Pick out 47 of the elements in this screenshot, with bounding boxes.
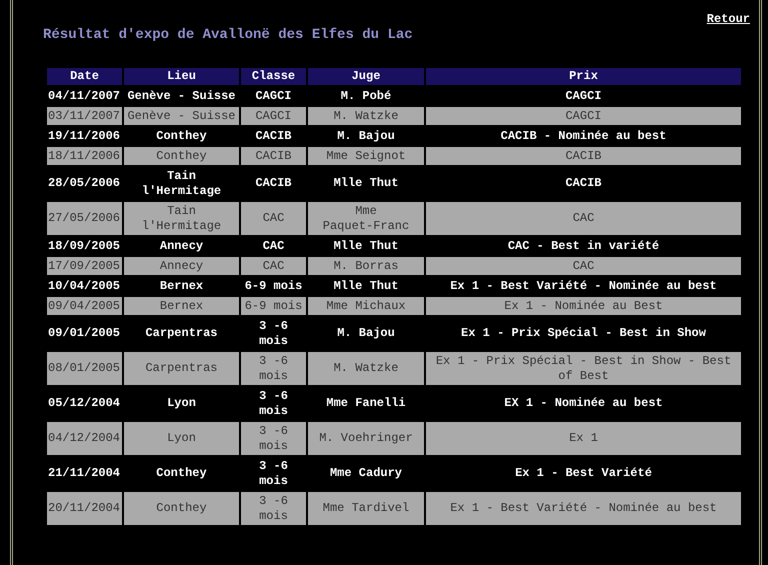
table-cell: Lyon — [124, 422, 239, 455]
table-cell: CAGCI — [426, 107, 741, 125]
column-header: Date — [47, 68, 122, 85]
table-cell: CAC — [241, 257, 306, 275]
table-cell: M. Watzke — [308, 352, 424, 385]
table-cell: Conthey — [124, 492, 239, 525]
table-cell: CAGCI — [241, 107, 306, 125]
table-cell: 09/04/2005 — [47, 297, 122, 315]
table-cell: 17/09/2005 — [47, 257, 122, 275]
table-cell: M. Watzke — [308, 107, 424, 125]
table-cell: Mme Tardivel — [308, 492, 424, 525]
table-cell: Mme Paquet-Franc — [308, 202, 424, 235]
table-cell: 08/01/2005 — [47, 352, 122, 385]
table-cell: Ex 1 — [426, 422, 741, 455]
table-cell: 20/11/2004 — [47, 492, 122, 525]
table-cell: Tain l'Hermitage — [124, 202, 239, 235]
column-header: Lieu — [124, 68, 239, 85]
table-cell: Bernex — [124, 297, 239, 315]
table-cell: CAC — [426, 257, 741, 275]
table-cell: Annecy — [124, 257, 239, 275]
table-cell: Ex 1 - Nominée au Best — [426, 297, 741, 315]
column-header: Classe — [241, 68, 306, 85]
back-link[interactable]: Retour — [706, 12, 750, 26]
column-header: Prix — [426, 68, 741, 85]
column-header: Juge — [308, 68, 424, 85]
table-cell: CACIB — [426, 147, 741, 165]
table-cell: Mme Michaux — [308, 297, 424, 315]
table-cell: 03/11/2007 — [47, 107, 122, 125]
table-cell: Ex 1 - Prix Spécial - Best in Show - Best of Best — [426, 352, 741, 385]
table-cell: CAC — [426, 202, 741, 235]
page-title: Résultat d'expo de Avallonë des Elfes du Lac — [43, 26, 414, 44]
table-cell: Mme Seignot — [308, 147, 424, 165]
table-cell: M. Borras — [308, 257, 424, 275]
table-cell: Conthey — [124, 147, 239, 165]
table-cell: Ex 1 - Best Variété - Nominée au best — [426, 492, 741, 525]
table-cell: Carpentras — [124, 352, 239, 385]
table-cell: 18/11/2006 — [47, 147, 122, 165]
table-cell: 3 -6 mois — [241, 422, 306, 455]
table-cell: 3 -6 mois — [241, 492, 306, 525]
table-cell: M. Voehringer — [308, 422, 424, 455]
table-cell: Genève - Suisse — [124, 107, 239, 125]
table-cell: 3 -6 mois — [241, 352, 306, 385]
table-cell: CAC — [241, 202, 306, 235]
table-cell: 27/05/2006 — [47, 202, 122, 235]
table-cell: CACIB — [241, 147, 306, 165]
table-cell: 6-9 mois — [241, 297, 306, 315]
table-cell: 04/12/2004 — [47, 422, 122, 455]
